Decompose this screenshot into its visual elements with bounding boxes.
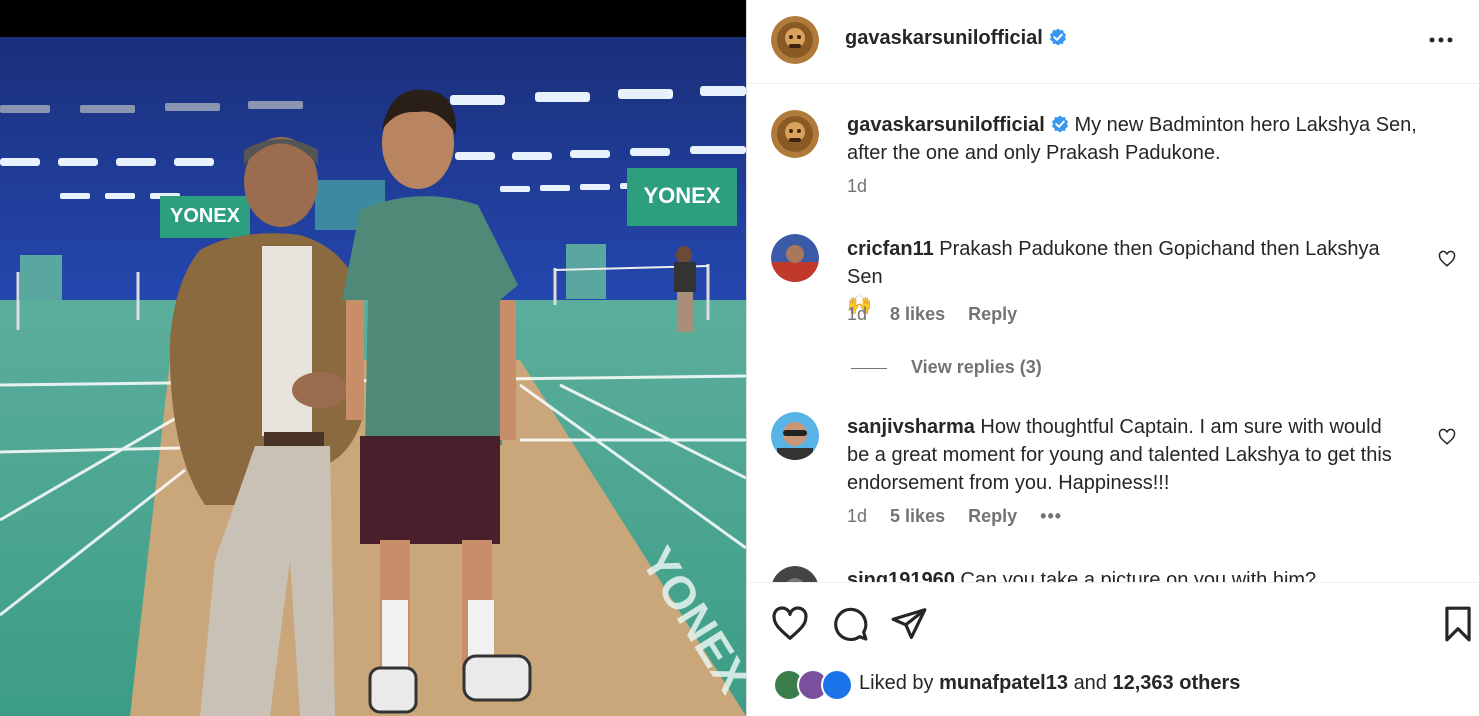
comment-username[interactable]: cricfan11: [847, 238, 934, 260]
verified-badge-icon: [1049, 28, 1066, 46]
comment-username[interactable]: sing191960: [847, 569, 955, 582]
heart-icon[interactable]: [771, 605, 809, 643]
likes-text: Liked by munafpatel13 and 12,363 others: [859, 672, 1240, 695]
caption-username[interactable]: gavaskarsunilofficial: [847, 114, 1045, 136]
comment-icon[interactable]: [831, 605, 869, 643]
comment-likes-count[interactable]: 8 likes: [890, 304, 945, 324]
comment-username[interactable]: sanjivsharma: [847, 416, 975, 438]
caption-item: gavaskarsunilofficial My new Badminton h…: [771, 108, 1456, 208]
liker-avatars: [773, 669, 853, 701]
share-icon[interactable]: [890, 605, 928, 643]
comment-text-block: sing191960 Can you take a picture on you…: [847, 566, 1408, 582]
view-replies-label: View replies (3): [911, 357, 1042, 377]
banner-brand-right: YONEX: [643, 183, 720, 208]
avatar-image: [772, 566, 818, 582]
post-actions-bar: Liked by munafpatel13 and 12,363 others: [747, 582, 1479, 716]
caption-text-block: gavaskarsunilofficial My new Badminton h…: [847, 111, 1456, 167]
avatar-image: [771, 412, 819, 460]
comment-like-heart-icon[interactable]: [1438, 250, 1456, 268]
avatar-image: [771, 234, 819, 282]
header-username[interactable]: gavaskarsunilofficial: [845, 27, 1043, 49]
comment-avatar[interactable]: [771, 412, 819, 460]
comment-more-icon[interactable]: •••: [1040, 506, 1062, 526]
author-avatar[interactable]: [771, 16, 819, 64]
comment-time: 1d: [847, 304, 868, 324]
likes-and: and: [1073, 672, 1107, 694]
replies-line-divider: [851, 367, 887, 369]
comment-like-heart-icon[interactable]: [1438, 428, 1456, 446]
avatar-image: [771, 110, 819, 158]
bookmark-icon[interactable]: [1439, 605, 1477, 643]
comment-item: sing191960 Can you take a picture on you…: [771, 566, 1456, 582]
view-replies-button[interactable]: View replies (3): [851, 357, 1042, 378]
post-photo: YONEX YONEX YONEX: [0, 0, 746, 716]
comment-likes-count[interactable]: 5 likes: [890, 506, 945, 526]
liker-avatar: [821, 669, 853, 701]
banner-brand-left: YONEX: [170, 205, 241, 227]
comment-text: Can you take a picture on you with him?: [960, 569, 1317, 582]
comments-list: gavaskarsunilofficial My new Badminton h…: [747, 84, 1479, 582]
caption-time: 1d: [847, 176, 868, 196]
comment-text-block: sanjivsharma How thoughtful Captain. I a…: [847, 413, 1408, 497]
comment-item: cricfan11 Prakash Padukone then Gopichan…: [771, 232, 1456, 352]
likes-prefix: Liked by: [859, 672, 934, 694]
comment-avatar[interactable]: [771, 234, 819, 282]
avatar-image: [771, 16, 819, 64]
liked-by-user[interactable]: munafpatel13: [939, 672, 1068, 694]
comment-item: sanjivsharma How thoughtful Captain. I a…: [771, 410, 1456, 540]
badminton-court-photo: YONEX YONEX YONEX: [0, 0, 746, 716]
caption-author-avatar[interactable]: [771, 110, 819, 158]
caption-meta: 1d: [847, 176, 885, 197]
verified-badge-icon: [1051, 115, 1068, 133]
comment-avatar[interactable]: [771, 566, 819, 582]
likes-others-count[interactable]: 12,363 others: [1113, 672, 1241, 694]
reply-button[interactable]: Reply: [968, 506, 1017, 526]
comment-meta: 1d 8 likes Reply: [847, 304, 1035, 325]
more-options-icon[interactable]: [1426, 28, 1456, 52]
reply-button[interactable]: Reply: [968, 304, 1017, 324]
comment-meta: 1d 5 likes Reply •••: [847, 506, 1080, 527]
comment-time: 1d: [847, 506, 868, 526]
post-side-panel: gavaskarsunilofficial gavaskarsuniloffic…: [746, 0, 1479, 716]
post-header: gavaskarsunilofficial: [747, 0, 1479, 84]
